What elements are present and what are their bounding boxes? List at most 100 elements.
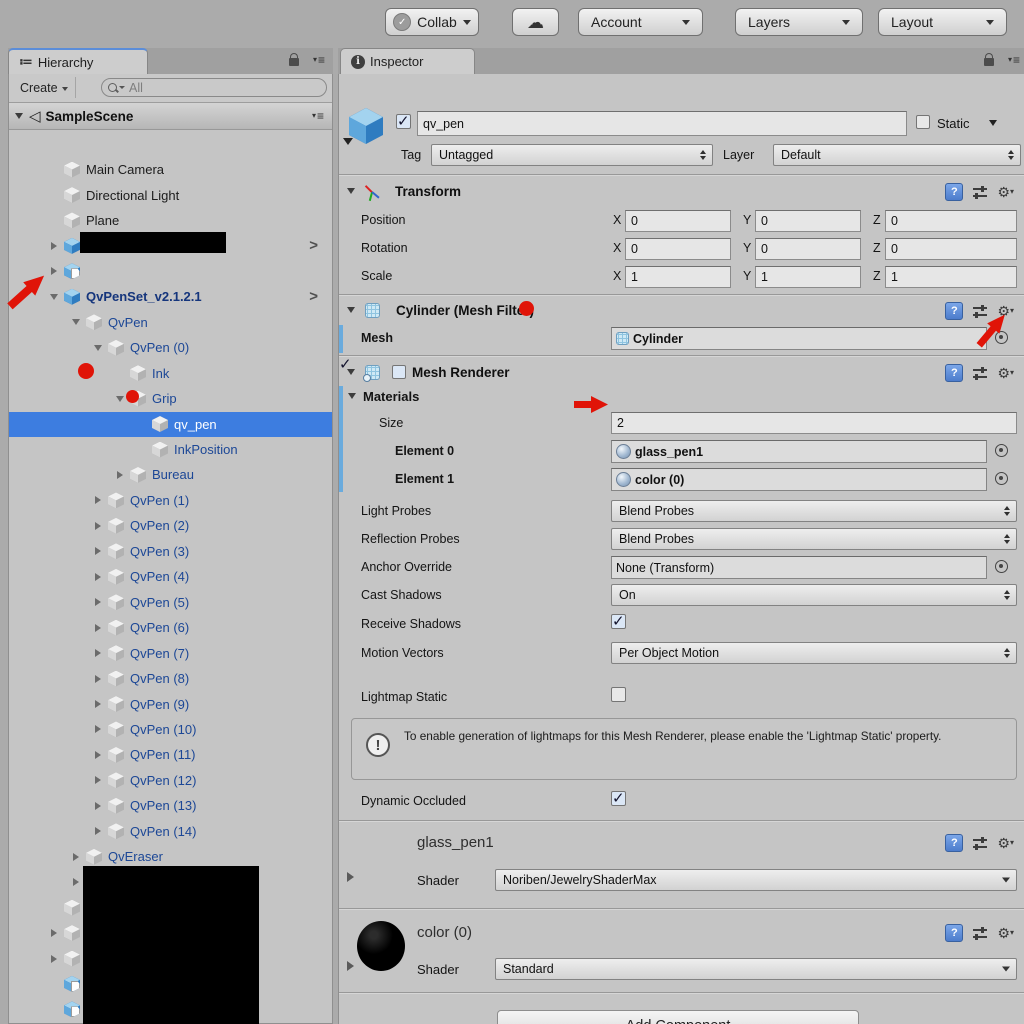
help-icon[interactable]: ? <box>945 302 964 320</box>
tree-item[interactable]: QvPen (4) <box>9 564 332 589</box>
lock-icon[interactable] <box>984 53 994 66</box>
tree-item[interactable]: QvPen (10) <box>9 717 332 742</box>
tree-item[interactable]: QvPen (1) <box>9 488 332 513</box>
collapse-triangle-icon[interactable] <box>43 233 64 258</box>
collapse-triangle-icon[interactable] <box>87 488 108 513</box>
reflection-probes-dropdown[interactable]: Blend Probes <box>611 528 1017 550</box>
create-button[interactable]: Create <box>13 77 76 98</box>
collapse-triangle-icon[interactable] <box>43 946 64 971</box>
preset-icon[interactable] <box>972 366 988 380</box>
shader-dropdown[interactable]: Standard <box>495 958 1017 980</box>
gear-icon[interactable]: ⚙ <box>997 836 1014 850</box>
tree-item[interactable]: QvPenSet_v2.1.2.1 > <box>9 284 332 309</box>
layer-dropdown[interactable]: Default <box>773 144 1021 166</box>
tree-item[interactable]: QvPen (7) <box>9 641 332 666</box>
rotation-z-field[interactable]: 0 <box>885 238 1017 260</box>
help-icon[interactable]: ? <box>945 364 964 382</box>
tree-item[interactable]: Directional Light <box>9 183 332 208</box>
collapse-triangle-icon[interactable] <box>87 539 108 564</box>
material-foldout-icon[interactable] <box>347 961 354 971</box>
preset-icon[interactable] <box>972 836 988 850</box>
active-checkbox[interactable] <box>396 112 411 130</box>
prefab-arrow-icon[interactable]: > <box>309 288 318 305</box>
preset-icon[interactable] <box>972 185 988 199</box>
tree-item[interactable]: Main Camera <box>9 157 332 182</box>
element1-object-field[interactable]: color (0) <box>611 468 987 491</box>
static-checkbox[interactable] <box>916 115 930 129</box>
gear-icon[interactable]: ⚙ <box>997 926 1014 940</box>
anchor-override-picker[interactable] <box>995 560 1008 573</box>
collapse-triangle-icon[interactable] <box>87 615 108 640</box>
tree-item-selected[interactable]: qv_pen <box>9 411 332 437</box>
lightmap-static-checkbox[interactable] <box>611 687 626 702</box>
position-z-field[interactable]: 0 <box>885 210 1017 232</box>
static-dropdown-icon[interactable] <box>989 120 997 126</box>
tab-hierarchy[interactable]: ≔ Hierarchy <box>8 48 148 74</box>
gameobject-icon-chevron[interactable] <box>343 138 353 145</box>
collab-button[interactable]: ✓ Collab <box>385 8 479 36</box>
position-x-field[interactable]: 0 <box>625 210 731 232</box>
preset-icon[interactable] <box>972 304 988 318</box>
collapse-triangle-icon[interactable] <box>43 921 64 946</box>
position-y-field[interactable]: 0 <box>755 210 861 232</box>
cast-shadows-dropdown[interactable]: On <box>611 584 1017 606</box>
help-icon[interactable]: ? <box>945 924 964 942</box>
help-icon[interactable]: ? <box>945 834 964 852</box>
light-probes-dropdown[interactable]: Blend Probes <box>611 500 1017 522</box>
tree-item[interactable]: QvPen (3) <box>9 539 332 564</box>
scale-y-field[interactable]: 1 <box>755 266 861 288</box>
tree-item[interactable]: QvPen (6) <box>9 615 332 640</box>
tree-item[interactable]: QvPen (9) <box>9 692 332 717</box>
mesh-object-field[interactable]: Cylinder <box>611 327 987 350</box>
tree-item[interactable]: Plane <box>9 208 332 233</box>
collapse-triangle-icon[interactable] <box>87 564 108 589</box>
cloud-button[interactable]: ☁ <box>512 8 559 36</box>
tree-item[interactable]: Grip <box>9 386 332 411</box>
collapse-triangle-icon[interactable] <box>87 742 108 767</box>
foldout-icon[interactable] <box>347 307 355 313</box>
scale-z-field[interactable]: 1 <box>885 266 1017 288</box>
element1-picker[interactable] <box>995 472 1008 485</box>
collapse-triangle-icon[interactable] <box>87 590 108 615</box>
name-field[interactable]: qv_pen <box>417 111 907 136</box>
tree-item[interactable]: InkPosition <box>9 437 332 462</box>
expand-triangle-icon[interactable] <box>43 284 64 309</box>
scene-menu-icon[interactable]: ≡ <box>312 109 324 123</box>
layers-dropdown[interactable]: Layers <box>735 8 863 36</box>
tree-item[interactable]: QvPen (0) <box>9 335 332 360</box>
scene-header[interactable]: ◁ SampleScene ≡ <box>9 103 332 130</box>
mesh-renderer-enabled-checkbox[interactable] <box>392 365 406 379</box>
material-foldout-icon[interactable] <box>347 872 354 882</box>
collapse-triangle-icon[interactable] <box>87 641 108 666</box>
tree-item[interactable]: QvPen (13) <box>9 793 332 818</box>
tab-inspector[interactable]: i Inspector <box>340 48 475 74</box>
gear-icon[interactable]: ⚙ <box>997 185 1014 199</box>
tree-item[interactable]: Ink <box>9 361 332 386</box>
tree-item[interactable]: QvPen <box>9 310 332 335</box>
tree-item[interactable]: QvPen (8) <box>9 666 332 691</box>
materials-foldout-icon[interactable] <box>348 393 356 399</box>
expand-triangle-icon[interactable] <box>65 310 86 335</box>
search-input[interactable]: All <box>101 78 327 97</box>
layout-dropdown[interactable]: Layout <box>878 8 1007 36</box>
prefab-arrow-icon[interactable]: > <box>309 237 318 254</box>
scale-x-field[interactable]: 1 <box>625 266 731 288</box>
shader-dropdown[interactable]: Noriben/JewelryShaderMax <box>495 869 1017 891</box>
lock-icon[interactable] <box>289 53 299 66</box>
collapse-triangle-icon[interactable] <box>87 793 108 818</box>
panel-menu-icon[interactable]: ≡ <box>313 53 325 67</box>
collapse-triangle-icon[interactable] <box>87 692 108 717</box>
collapse-triangle-icon[interactable] <box>87 717 108 742</box>
tree-item[interactable]: QvPen (5) <box>9 590 332 615</box>
transform-header[interactable]: Transform ? ⚙ <box>339 177 1024 205</box>
collapse-triangle-icon[interactable] <box>87 513 108 538</box>
gear-icon[interactable]: ⚙ <box>997 366 1014 380</box>
scene-foldout-icon[interactable] <box>15 113 23 119</box>
add-component-button[interactable]: Add Component <box>497 1010 859 1024</box>
account-dropdown[interactable]: Account <box>578 8 703 36</box>
tree-item[interactable]: QvPen (2) <box>9 513 332 538</box>
tree-item[interactable]: QvPen (14) <box>9 819 332 844</box>
motion-vectors-dropdown[interactable]: Per Object Motion <box>611 642 1017 664</box>
expand-triangle-icon[interactable] <box>87 335 108 360</box>
tree-item[interactable]: QvPen (12) <box>9 768 332 793</box>
